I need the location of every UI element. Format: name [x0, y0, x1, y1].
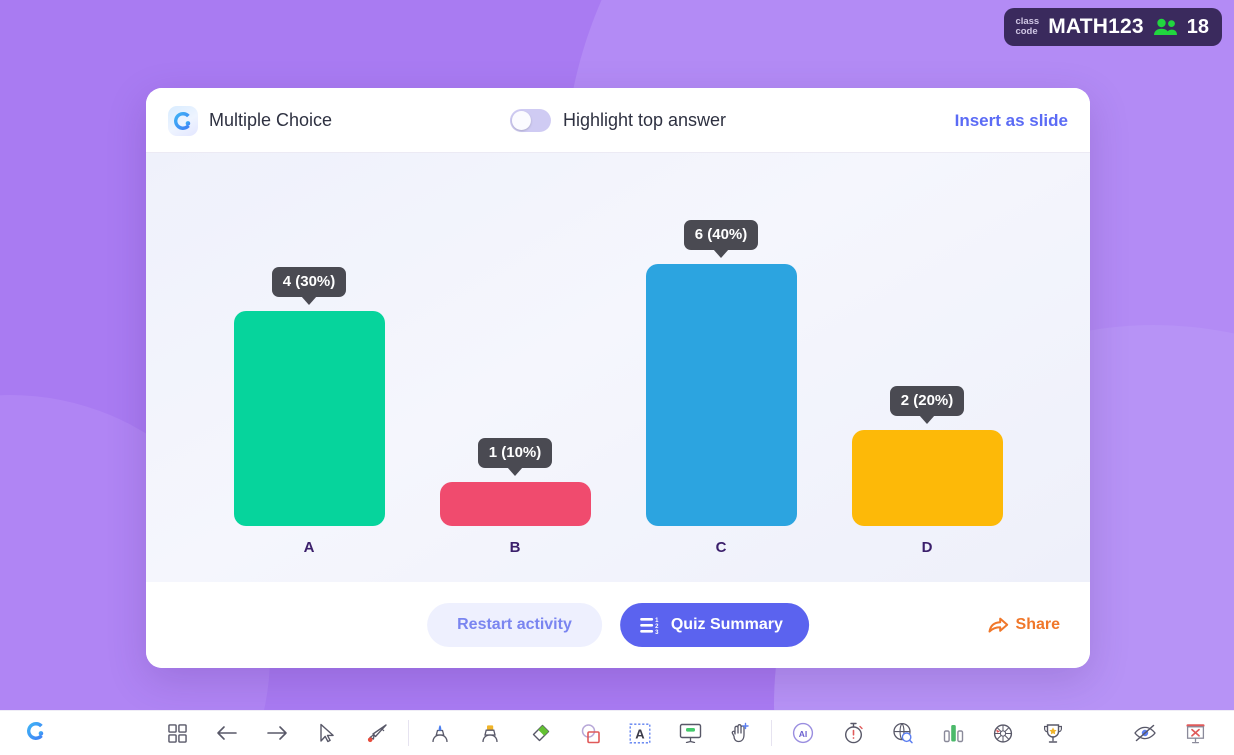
quiz-summary-label: Quiz Summary	[670, 616, 783, 633]
drag-hand-icon	[731, 722, 749, 743]
embedded-browser-button[interactable]	[878, 711, 928, 755]
toolbar-divider	[771, 720, 772, 746]
classpoint-logo-icon	[168, 105, 198, 136]
laser-pointer-icon	[367, 724, 387, 743]
name-picker-button[interactable]	[978, 711, 1028, 755]
shapes-icon	[581, 723, 600, 743]
bottom-toolbar: A AI	[0, 710, 1234, 755]
svg-text:AI: AI	[799, 729, 808, 739]
insert-as-slide-button[interactable]: Insert as slide	[955, 111, 1068, 131]
next-slide-button[interactable]	[252, 711, 302, 755]
cursor-icon	[319, 723, 334, 743]
class-code-caption: class code	[1015, 16, 1039, 38]
bar-value-tooltip: 1 (10%)	[477, 438, 553, 468]
bar-value-tooltip: 2 (20%)	[889, 386, 965, 416]
quiz-summary-button[interactable]: 1 2 3 Quiz Summary	[619, 603, 809, 647]
bar-chart: 4 (30%) 1 (10%) 6 (40%) 2 (20%) A B C D	[146, 153, 1090, 582]
name-picker-icon	[993, 724, 1013, 743]
bar-value-tooltip: 4 (30%)	[271, 267, 347, 297]
bar-a[interactable]	[233, 311, 385, 526]
whiteboard-tool-button[interactable]	[665, 711, 715, 755]
eye-off-icon	[1134, 724, 1156, 742]
toolbar-group-activities: AI	[778, 711, 1078, 755]
arrow-left-icon	[217, 726, 237, 740]
svg-text:A: A	[635, 726, 645, 741]
card-footer: Restart activity 1 2 3 Quiz Summary Shar…	[146, 582, 1090, 668]
slide-grid-button[interactable]	[152, 711, 202, 755]
toolbar-group-annotation: A	[415, 711, 765, 755]
exit-presentation-button[interactable]	[1170, 711, 1220, 755]
bar-value-tooltip: 6 (40%)	[683, 220, 759, 250]
highlighter-tool-button[interactable]	[465, 711, 515, 755]
leaderboard-button[interactable]	[1028, 711, 1078, 755]
text-box-icon: A	[629, 723, 651, 743]
restart-activity-button[interactable]: Restart activity	[427, 603, 602, 647]
highlight-top-answer-label: Highlight top answer	[562, 110, 727, 130]
web-search-icon	[893, 722, 913, 744]
bar-b[interactable]	[439, 482, 591, 526]
classpoint-logo-icon[interactable]	[25, 720, 47, 747]
arrow-right-icon	[267, 726, 287, 740]
bar-chart-icon	[943, 725, 963, 743]
bar-chart-category-labels: A B C D	[146, 539, 1090, 556]
drag-tool-button[interactable]	[715, 711, 765, 755]
pen-tool-button[interactable]	[415, 711, 465, 755]
eraser-tool-button[interactable]	[515, 711, 565, 755]
pen-icon	[432, 725, 448, 743]
bar-column-b: 1 (10%)	[412, 175, 618, 526]
class-code-value: MATH123	[1048, 15, 1144, 38]
highlight-top-answer-control: Highlight top answer	[509, 109, 727, 132]
laser-pointer-button[interactable]	[352, 711, 402, 755]
share-label: Share	[1015, 616, 1060, 633]
timer-button[interactable]	[828, 711, 878, 755]
ai-assistant-button[interactable]: AI	[778, 711, 828, 755]
bar-chart-bars: 4 (30%) 1 (10%) 6 (40%) 2 (20%)	[146, 175, 1090, 526]
bar-d[interactable]	[851, 430, 1003, 526]
svg-text:3: 3	[655, 630, 659, 634]
toolbar-group-navigation	[152, 711, 402, 755]
bar-column-a: 4 (30%)	[206, 175, 412, 526]
highlighter-icon	[482, 725, 498, 743]
shapes-tool-button[interactable]	[565, 711, 615, 755]
text-tool-button[interactable]: A	[615, 711, 665, 755]
whiteboard-icon	[679, 723, 701, 743]
bar-c[interactable]	[645, 264, 797, 526]
exit-presentation-icon	[1186, 723, 1204, 743]
toggle-knob	[511, 111, 531, 130]
card-header: Multiple Choice Highlight top answer Ins…	[146, 88, 1090, 153]
app-root: class code MATH123 18 Multiple Choice Hi…	[0, 0, 1234, 755]
hide-toolbar-button[interactable]	[1120, 711, 1170, 755]
bar-column-d: 2 (20%)	[824, 175, 1030, 526]
class-code-badge[interactable]: class code MATH123 18	[1004, 8, 1222, 46]
toolbar-group-view	[1120, 711, 1234, 755]
category-label-d: D	[921, 539, 933, 556]
page-title: Multiple Choice	[209, 110, 333, 130]
activity-card: Multiple Choice Highlight top answer Ins…	[146, 88, 1090, 668]
timer-icon	[844, 722, 863, 744]
bar-column-c: 6 (40%)	[618, 175, 824, 526]
people-icon	[1153, 18, 1177, 35]
grid-slides-icon	[167, 723, 187, 743]
highlight-top-answer-toggle[interactable]	[509, 109, 551, 132]
activity-bar-button[interactable]	[928, 711, 978, 755]
share-button[interactable]: Share	[988, 616, 1066, 634]
participant-count: 18	[1186, 15, 1209, 38]
footer-actions: Restart activity 1 2 3 Quiz Summary	[427, 603, 809, 647]
eraser-icon	[532, 724, 550, 742]
share-arrow-icon	[988, 617, 1008, 633]
class-code-caption-line2: code	[1015, 26, 1038, 37]
numbered-list-icon: 1 2 3	[639, 617, 659, 634]
toolbar-divider	[408, 720, 409, 746]
category-label-b: B	[509, 539, 521, 556]
category-label-a: A	[303, 539, 315, 556]
leaderboard-icon	[1044, 723, 1062, 743]
ai-icon: AI	[792, 722, 814, 744]
category-label-c: C	[715, 539, 727, 556]
pointer-tool-button[interactable]	[302, 711, 352, 755]
previous-slide-button[interactable]	[202, 711, 252, 755]
